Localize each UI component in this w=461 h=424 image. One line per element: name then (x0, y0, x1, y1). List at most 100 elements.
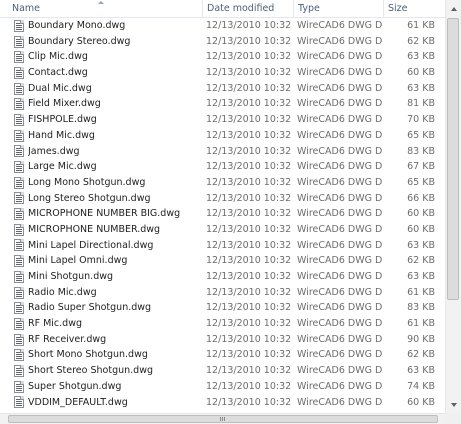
file-size: 65 KB (407, 129, 435, 141)
file-row[interactable]: Long Mono Shotgun.dwg 12/13/2010 10:32 ..… (0, 175, 445, 191)
file-type: WireCAD6 DWG D... (297, 51, 383, 63)
file-name-cell: Super Shotgun.dwg (0, 379, 202, 395)
file-type: WireCAD6 DWG D... (297, 67, 383, 79)
scroll-down-button[interactable] (446, 396, 461, 413)
file-row[interactable]: RF Mic.dwg 12/13/2010 10:32 ... WireCAD6 D… (0, 316, 445, 332)
scroll-grip-icon (220, 417, 221, 421)
file-name: Super Shotgun.dwg (28, 380, 122, 392)
file-size: 66 KB (407, 192, 435, 204)
file-type: WireCAD6 DWG D... (297, 192, 383, 204)
file-name-cell: VDDIM_DEFAULT.dwg (0, 395, 202, 411)
file-row[interactable]: Short Stereo Shotgun.dwg 12/13/2010 10:32… (0, 363, 445, 379)
file-row[interactable]: Large Mic.dwg 12/13/2010 10:32 ... WireCAD… (0, 159, 445, 175)
dwg-file-icon (14, 380, 24, 393)
file-name-cell: Hand Mic.dwg (0, 128, 202, 144)
column-header-size[interactable]: Size (383, 0, 445, 17)
file-name: Radio Super Shotgun.dwg (28, 302, 152, 314)
file-size: 61 KB (407, 318, 435, 330)
file-date-modified: 12/13/2010 10:32 ... (206, 223, 293, 235)
file-row[interactable]: Hand Mic.dwg 12/13/2010 10:32 ... WireCAD6… (0, 128, 445, 144)
file-type: WireCAD6 DWG D... (297, 396, 383, 408)
sort-ascending-icon (98, 1, 104, 4)
scroll-up-button[interactable] (446, 0, 461, 17)
file-row[interactable]: Contact.dwg 12/13/2010 10:32 ... WireCAD6 … (0, 65, 445, 81)
file-row[interactable]: RF Receiver.dwg 12/13/2010 10:32 ... WireC… (0, 332, 445, 348)
file-type: WireCAD6 DWG D... (297, 114, 383, 126)
file-row[interactable]: James.dwg 12/13/2010 10:32 ... WireCAD6 DW… (0, 144, 445, 160)
file-row[interactable]: Short Mono Shotgun.dwg 12/13/2010 10:32 .… (0, 347, 445, 363)
file-type: WireCAD6 DWG D... (297, 302, 383, 314)
file-type: WireCAD6 DWG D... (297, 176, 383, 188)
file-name-cell: Boundary Stereo.dwg (0, 34, 202, 50)
file-row[interactable]: MICROPHONE NUMBER.dwg 12/13/2010 10:32 ..… (0, 222, 445, 238)
dwg-file-icon (14, 51, 24, 64)
file-type: WireCAD6 DWG D... (297, 208, 383, 220)
file-size: 74 KB (407, 380, 435, 392)
column-header-date-modified[interactable]: Date modified (202, 0, 293, 17)
file-row[interactable]: Radio Mic.dwg 12/13/2010 10:32 ... WireCAD… (0, 285, 445, 301)
arrow-up-icon (450, 6, 457, 11)
file-type: WireCAD6 DWG D... (297, 239, 383, 251)
file-row[interactable]: Long Stereo Shotgun.dwg 12/13/2010 10:32 … (0, 191, 445, 207)
file-row[interactable]: VDDIM_DEFAULT.dwg 12/13/2010 10:32 ... Wir… (0, 395, 445, 411)
column-header-type[interactable]: Type (293, 0, 383, 17)
file-row[interactable]: Super Shotgun.dwg 12/13/2010 10:32 ... Wir… (0, 379, 445, 395)
dwg-file-icon (14, 396, 24, 409)
file-name-cell: RF Receiver.dwg (0, 332, 202, 348)
arrow-down-icon (450, 402, 457, 407)
file-type: WireCAD6 DWG D... (297, 98, 383, 110)
file-row[interactable]: Dual Mic.dwg 12/13/2010 10:32 ... WireCAD6… (0, 81, 445, 97)
dwg-file-icon (14, 208, 24, 221)
file-name: Short Mono Shotgun.dwg (28, 349, 148, 361)
file-name: Mini Lapel Omni.dwg (28, 255, 128, 267)
file-row[interactable]: Field Mixer.dwg 12/13/2010 10:32 ... WireC… (0, 96, 445, 112)
file-row[interactable]: Radio Super Shotgun.dwg 12/13/2010 10:32 … (0, 300, 445, 316)
file-row[interactable]: Boundary Stereo.dwg 12/13/2010 10:32 ... W… (0, 34, 445, 50)
dwg-file-icon (14, 66, 24, 79)
dwg-file-icon (14, 302, 24, 315)
file-row[interactable]: Mini Shotgun.dwg 12/13/2010 10:32 ... Wire… (0, 269, 445, 285)
file-name: Dual Mic.dwg (28, 82, 92, 94)
file-name: Contact.dwg (28, 67, 88, 79)
file-name-cell: Field Mixer.dwg (0, 96, 202, 112)
file-row[interactable]: Mini Lapel Omni.dwg 12/13/2010 10:32 ... W… (0, 253, 445, 269)
dwg-file-icon (14, 161, 24, 174)
file-row[interactable]: MICROPHONE NUMBER BIG.dwg 12/13/2010 10:3… (0, 206, 445, 222)
file-name-cell: Clip Mic.dwg (0, 49, 202, 65)
file-row[interactable]: Boundary Mono.dwg 12/13/2010 10:32 ... Wir… (0, 18, 445, 34)
file-size: 81 KB (407, 98, 435, 110)
vertical-scroll-thumb[interactable] (447, 18, 459, 300)
file-row[interactable]: FISHPOLE.dwg 12/13/2010 10:32 ... WireCAD6… (0, 112, 445, 128)
file-type: WireCAD6 DWG D... (297, 255, 383, 267)
file-type: WireCAD6 DWG D... (297, 82, 383, 94)
file-type: WireCAD6 DWG D... (297, 271, 383, 282)
file-size: 63 KB (407, 365, 435, 377)
file-date-modified: 12/13/2010 10:32 ... (206, 35, 293, 47)
file-name: Boundary Mono.dwg (28, 20, 126, 31)
file-size: 67 KB (407, 161, 435, 173)
vertical-scrollbar[interactable] (445, 0, 461, 413)
scrollbar-corner (445, 413, 461, 424)
file-type: WireCAD6 DWG D... (297, 286, 383, 298)
file-type: WireCAD6 DWG D... (297, 145, 383, 157)
file-row[interactable]: Mini Lapel Directional.dwg 12/13/2010 10:… (0, 238, 445, 254)
horizontal-scroll-thumb[interactable] (8, 415, 438, 423)
column-header-size-label: Size (388, 3, 408, 14)
file-size: 63 KB (407, 51, 435, 63)
column-header-type-label: Type (298, 3, 320, 14)
file-size: 60 KB (407, 208, 435, 220)
file-name-cell: Radio Mic.dwg (0, 285, 202, 301)
file-row[interactable]: Clip Mic.dwg 12/13/2010 10:32 ... WireCAD6… (0, 49, 445, 65)
file-name-cell: Mini Shotgun.dwg (0, 269, 202, 285)
file-date-modified: 12/13/2010 10:32 ... (206, 192, 293, 204)
column-header-name-label: Name (12, 3, 41, 14)
file-type: WireCAD6 DWG D... (297, 365, 383, 377)
file-size: 61 KB (407, 20, 435, 31)
horizontal-scrollbar[interactable] (0, 413, 445, 424)
dwg-file-icon (14, 192, 24, 205)
file-size: 62 KB (407, 35, 435, 47)
file-name: Field Mixer.dwg (28, 98, 101, 110)
file-name: RF Receiver.dwg (28, 333, 107, 345)
column-header: Name Date modified Type Size (0, 0, 445, 18)
column-header-name[interactable]: Name (0, 0, 202, 17)
